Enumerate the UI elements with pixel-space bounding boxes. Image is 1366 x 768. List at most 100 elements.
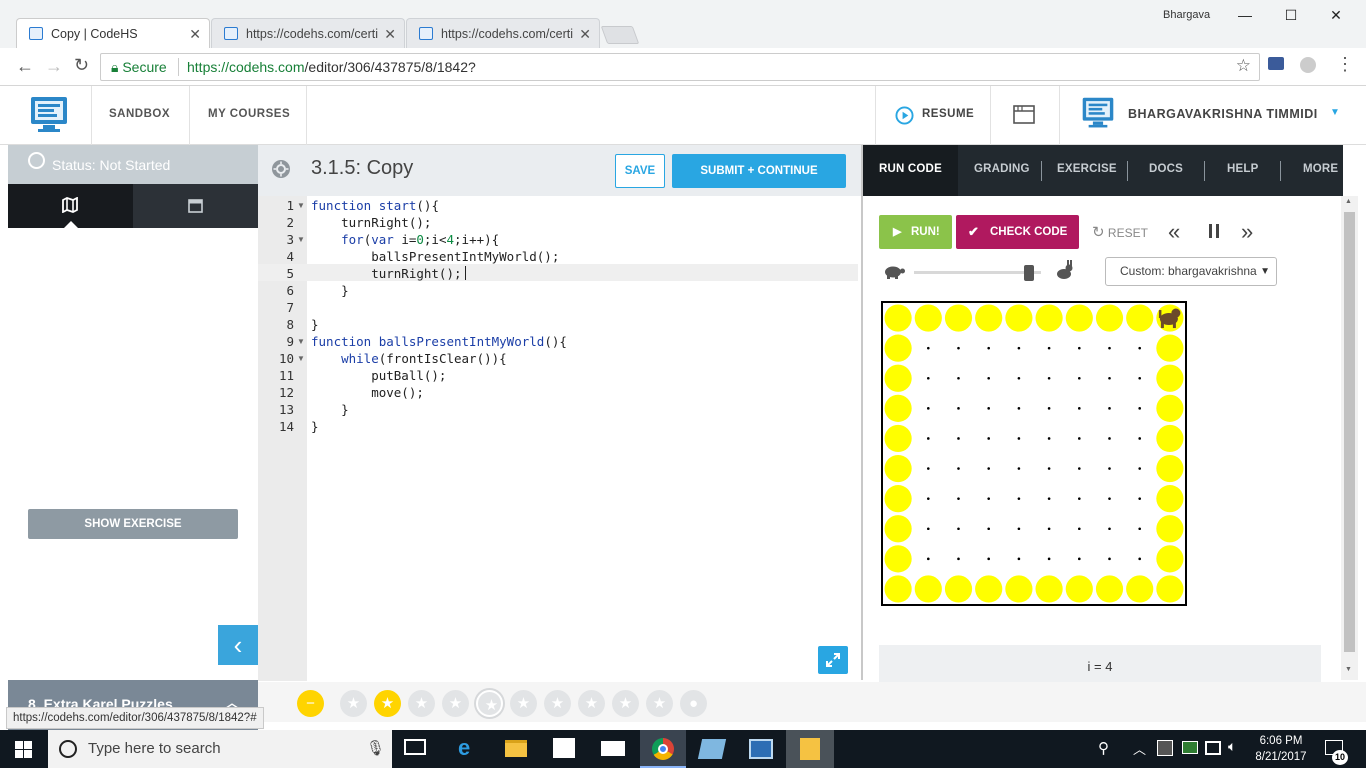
task-view-icon[interactable] xyxy=(404,739,426,755)
reload-icon[interactable]: ↻ xyxy=(74,55,89,76)
progress-star-icon[interactable]: ★ xyxy=(340,690,367,717)
fold-arrow-icon[interactable]: ▼ xyxy=(297,350,305,367)
code-line[interactable]: for(var i=0;i<4;i++){ xyxy=(311,231,499,248)
fold-arrow-icon[interactable]: ▼ xyxy=(297,197,305,214)
step-forward-icon[interactable]: » xyxy=(1241,219,1253,245)
window-close-icon[interactable]: ✕ xyxy=(1313,0,1359,30)
extension-icon[interactable] xyxy=(1300,57,1316,73)
volume-icon[interactable]: 🔈︎ xyxy=(1228,738,1236,755)
play-circle-icon[interactable] xyxy=(895,106,914,125)
scrollbar-thumb[interactable] xyxy=(1344,212,1355,652)
tab-run-code[interactable]: RUN CODE xyxy=(863,145,958,196)
progress-star-icon[interactable]: ★ xyxy=(612,690,639,717)
pause-icon[interactable] xyxy=(1208,224,1220,238)
tab-calendar[interactable] xyxy=(133,184,258,228)
taskbar-search[interactable]: Type here to search 🎙︎ xyxy=(48,730,392,768)
chrome-taskbar-item[interactable] xyxy=(640,730,686,768)
fullscreen-button[interactable] xyxy=(818,646,848,674)
scroll-down-icon[interactable]: ▼ xyxy=(1345,666,1352,673)
tab-map[interactable] xyxy=(8,184,133,228)
tab-close-icon[interactable]: ✕ xyxy=(384,19,396,48)
extension-icon[interactable] xyxy=(1268,57,1284,70)
fold-arrow-icon[interactable]: ▼ xyxy=(297,333,305,350)
explorer-taskbar-item[interactable] xyxy=(786,730,834,768)
file-explorer-icon[interactable] xyxy=(505,740,527,757)
progress-star-icon[interactable]: ★ xyxy=(374,690,401,717)
system-clock[interactable]: 6:06 PM 8/21/2017 xyxy=(1242,733,1320,765)
people-icon[interactable]: ⚲ xyxy=(1098,739,1109,757)
code-line[interactable]: putBall(); xyxy=(311,367,446,384)
code-line[interactable]: turnRight(); xyxy=(311,265,461,282)
vertical-scrollbar[interactable]: ▲ ▼ xyxy=(1341,196,1358,680)
profile-name[interactable]: Bhargava xyxy=(1163,9,1210,21)
tray-app-icon[interactable] xyxy=(1182,741,1198,754)
tray-chevron-icon[interactable]: ︿ xyxy=(1133,739,1146,758)
tab-exercise[interactable]: EXERCISE xyxy=(1057,145,1117,196)
reset-button[interactable]: ↻ RESET xyxy=(1092,223,1148,241)
code-line[interactable]: function start(){ xyxy=(311,197,439,214)
progress-star-selected-icon[interactable]: ★ xyxy=(476,690,503,717)
address-bar[interactable]: 🔒︎ Secure https://codehs.com/editor/306/… xyxy=(100,53,1260,81)
store-icon[interactable] xyxy=(553,738,575,758)
user-name[interactable]: BHARGAVAKRISHNA TIMMIDI xyxy=(1128,86,1318,145)
nav-my-courses[interactable]: MY COURSES xyxy=(208,86,290,145)
new-tab-button[interactable] xyxy=(600,26,640,44)
progress-star-icon[interactable]: ★ xyxy=(442,690,469,717)
collapse-panel-button[interactable]: ‹ xyxy=(218,625,258,665)
code-line[interactable]: } xyxy=(311,282,349,299)
codehs-logo-icon[interactable] xyxy=(29,95,69,135)
app-icon[interactable] xyxy=(697,739,727,759)
progress-star-icon[interactable]: ★ xyxy=(578,690,605,717)
settings-gear-icon[interactable] xyxy=(271,159,291,179)
code-line[interactable]: } xyxy=(311,316,319,333)
edge-browser-icon[interactable]: e xyxy=(458,735,470,761)
resume-button[interactable]: RESUME xyxy=(922,86,974,145)
progress-star-icon[interactable]: ★ xyxy=(408,690,435,717)
code-line[interactable]: function ballsPresentIntMyWorld(){ xyxy=(311,333,567,350)
code-line[interactable]: while(frontIsClear()){ xyxy=(311,350,507,367)
code-line[interactable]: } xyxy=(311,401,349,418)
forward-icon[interactable]: → xyxy=(45,56,63,77)
run-button[interactable]: ▶ RUN! xyxy=(879,215,952,249)
tab-docs[interactable]: DOCS xyxy=(1149,145,1183,196)
network-icon[interactable] xyxy=(1205,741,1221,755)
tab-more[interactable]: MORE xyxy=(1303,145,1338,196)
tab-close-icon[interactable]: ✕ xyxy=(189,19,201,48)
fold-arrow-icon[interactable]: ▼ xyxy=(297,231,305,248)
code-line[interactable]: turnRight(); xyxy=(311,214,431,231)
tab-grading[interactable]: GRADING xyxy=(974,145,1030,196)
code-line[interactable]: ballsPresentIntMyWorld(); xyxy=(311,248,559,265)
nav-sandbox[interactable]: SANDBOX xyxy=(109,86,170,145)
progress-current-icon[interactable]: − xyxy=(297,690,324,717)
show-exercise-button[interactable]: SHOW EXERCISE xyxy=(28,509,238,539)
microphone-icon[interactable]: 🎙︎ xyxy=(366,739,385,757)
window-layout-icon[interactable] xyxy=(1013,105,1035,124)
url-text[interactable]: https://codehs.com/editor/306/437875/8/1… xyxy=(187,59,476,75)
progress-star-icon[interactable]: ★ xyxy=(510,690,537,717)
progress-circle-icon[interactable]: ● xyxy=(680,690,707,717)
browser-tab[interactable]: https://codehs.com/certi ✕ xyxy=(406,18,600,48)
tab-help[interactable]: HELP xyxy=(1227,145,1258,196)
progress-star-icon[interactable]: ★ xyxy=(646,690,673,717)
chrome-menu-icon[interactable]: ⋮ xyxy=(1336,54,1354,75)
code-line[interactable]: move(); xyxy=(311,384,424,401)
app-icon[interactable] xyxy=(749,739,773,759)
tray-app-icon[interactable] xyxy=(1157,740,1173,756)
windows-start-icon[interactable] xyxy=(15,741,32,758)
world-select[interactable]: Custom: bhargavakrishna ▼ xyxy=(1105,257,1277,286)
submit-continue-button[interactable]: SUBMIT + CONTINUE xyxy=(672,154,846,188)
mail-icon[interactable] xyxy=(601,741,625,756)
bookmark-star-icon[interactable]: ☆ xyxy=(1236,56,1251,76)
user-avatar-icon[interactable] xyxy=(1081,96,1115,130)
user-menu-chevron-icon[interactable]: ▼ xyxy=(1330,107,1340,118)
browser-tab-active[interactable]: Copy | CodeHS ✕ xyxy=(16,18,210,48)
speed-slider-handle[interactable] xyxy=(1024,265,1034,281)
browser-tab[interactable]: https://codehs.com/certi ✕ xyxy=(211,18,405,48)
maximize-icon[interactable]: ☐ xyxy=(1268,0,1314,30)
tab-close-icon[interactable]: ✕ xyxy=(579,19,591,48)
step-back-icon[interactable]: « xyxy=(1168,219,1180,245)
save-button[interactable]: SAVE xyxy=(615,154,665,188)
check-code-button[interactable]: ✔ CHECK CODE xyxy=(956,215,1079,249)
back-icon[interactable]: ← xyxy=(16,56,34,77)
progress-star-icon[interactable]: ★ xyxy=(544,690,571,717)
